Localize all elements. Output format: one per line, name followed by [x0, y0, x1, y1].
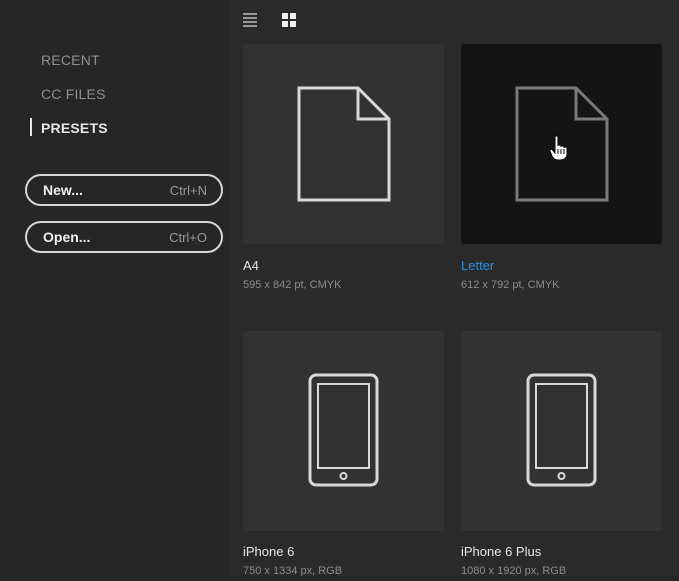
document-icon	[297, 86, 391, 202]
preset-name: A4	[243, 258, 259, 273]
open-button-label: Open...	[43, 229, 91, 245]
sidebar-item-recent[interactable]: RECENT	[41, 52, 100, 68]
sidebar: RECENT CC FILES PRESETS New... Ctrl+N Op…	[0, 0, 230, 581]
list-view-icon[interactable]	[242, 12, 258, 33]
grid-view-icon[interactable]	[281, 12, 297, 33]
new-button[interactable]: New... Ctrl+N	[25, 174, 223, 206]
preset-details: 612 x 792 pt, CMYK	[461, 279, 560, 291]
presets-grid: A4 595 x 842 pt, CMYK Letter 612 x 792 p…	[230, 0, 679, 581]
preset-details: 595 x 842 pt, CMYK	[243, 279, 342, 291]
sidebar-item-presets[interactable]: PRESETS	[41, 120, 108, 136]
open-button[interactable]: Open... Ctrl+O	[25, 221, 223, 253]
preset-card-iphone-6[interactable]	[243, 331, 444, 531]
new-button-label: New...	[43, 182, 83, 198]
phone-icon	[308, 373, 379, 487]
preset-name: iPhone 6	[243, 544, 295, 559]
preset-name: iPhone 6 Plus	[461, 544, 542, 559]
hand-cursor-icon	[549, 135, 568, 161]
sidebar-item-cc-files[interactable]: CC FILES	[41, 86, 106, 102]
preset-card-a4[interactable]	[243, 44, 444, 244]
new-button-shortcut: Ctrl+N	[169, 182, 207, 198]
preset-card-letter[interactable]	[461, 44, 662, 244]
start-workspace: RECENT CC FILES PRESETS New... Ctrl+N Op…	[0, 0, 679, 581]
preset-card-iphone-6-plus[interactable]	[461, 331, 662, 531]
phone-icon	[526, 373, 597, 487]
active-indicator	[30, 118, 32, 136]
preset-name: Letter	[461, 258, 495, 273]
open-button-shortcut: Ctrl+O	[169, 229, 207, 245]
bottom-edge	[0, 576, 679, 581]
